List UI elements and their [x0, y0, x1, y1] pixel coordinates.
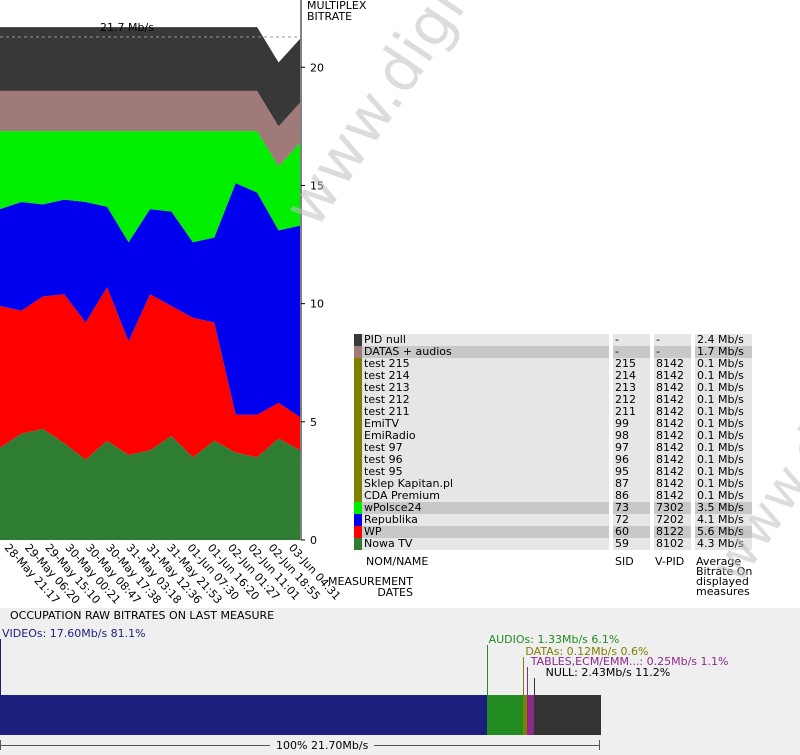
- stack-layers: [0, 27, 300, 540]
- occupation-section: OCCUPATION RAW BITRATES ON LAST MEASURE …: [0, 608, 800, 755]
- legend-sid: 59: [613, 538, 650, 550]
- y-tick-label: 10: [310, 298, 324, 311]
- occupation-total-label: 100% 21.70Mb/s: [270, 739, 375, 752]
- legend-row: test 211 211 8142 0.1 Mb/s: [354, 406, 752, 418]
- y-tick-label: 20: [310, 61, 324, 74]
- legend-row: test 213 213 8142 0.1 Mb/s: [354, 382, 752, 394]
- occupation-title: OCCUPATION RAW BITRATES ON LAST MEASURE: [10, 609, 275, 622]
- legend-header-vpid: V-PID: [655, 555, 685, 568]
- legend-swatch: [354, 370, 362, 382]
- legend-row: Nowa TV 59 8102 4.3 Mb/s: [354, 538, 752, 550]
- occupation-leader-null: [533, 678, 535, 695]
- legend-swatch: [354, 466, 362, 478]
- occupation-leader-datas: [523, 657, 525, 695]
- occupation-bar-audios: [486, 695, 524, 735]
- legend-row: WP 60 8122 5.6 Mb/s: [354, 526, 752, 538]
- y-tick-label: 0: [310, 534, 317, 547]
- legend-header-sid: SID: [615, 555, 634, 568]
- legend-vpid: 8102: [654, 538, 691, 550]
- legend-swatch: [354, 514, 362, 526]
- y-axis-title: MULTIPLEX BITRATE: [307, 0, 367, 23]
- y-tick-label: 5: [310, 416, 317, 429]
- legend-name: Republika: [362, 514, 609, 526]
- occupation-leader-tables: [526, 667, 528, 695]
- occupation-leader-audios: [486, 645, 488, 695]
- occupation-bar-tables: [526, 695, 534, 735]
- y-tick-label: 15: [310, 179, 324, 192]
- legend-swatch: [354, 382, 362, 394]
- legend-row: DATAS + audios - -1.7 Mb/s: [354, 346, 752, 358]
- chart-title: 21.7 Mb/s: [100, 21, 154, 34]
- legend-swatch: [354, 358, 362, 370]
- legend-swatch: [354, 478, 362, 490]
- x-ticks: 28-May 21:1729-May 06:2029-May 15:1030-M…: [2, 541, 343, 606]
- legend-swatch: [354, 490, 362, 502]
- occupation-bar-videos: [0, 695, 487, 735]
- occupation-label-videos: VIDEOs: 17.60Mb/s 81.1%: [2, 627, 146, 640]
- legend-swatch: [354, 418, 362, 430]
- x-axis-title: MEASUREMENT DATES: [328, 575, 413, 599]
- legend-header-avg: Average Bitrate On displayed measures: [696, 555, 753, 598]
- legend-row: test 97 97 8142 0.1 Mb/s: [354, 442, 752, 454]
- legend-name: Nowa TV: [362, 538, 609, 550]
- occupation-label-null: NULL: 2.43Mb/s 11.2%: [545, 666, 671, 679]
- legend-swatch: [354, 454, 362, 466]
- legend-row: test 214 214 8142 0.1 Mb/s: [354, 370, 752, 382]
- legend-row: EmiRadio 98 8142 0.1 Mb/s: [354, 430, 752, 442]
- occupation-bar-null: [533, 695, 601, 735]
- legend-row: test 215 215 8142 0.1 Mb/s: [354, 358, 752, 370]
- legend-swatch: [354, 538, 362, 550]
- legend-bitrate: 4.3 Mb/s: [695, 538, 752, 550]
- occupation-leader-videos: [0, 639, 1, 695]
- legend-name: test 211: [362, 406, 609, 418]
- legend-swatch: [354, 526, 362, 538]
- channel-legend: PID null - -2.4 Mb/s DATAS + audios - -1.7 Mb…: [354, 334, 752, 550]
- legend-header-name: NOM/NAME: [366, 555, 429, 568]
- legend-swatch: [354, 346, 362, 358]
- legend-row: test 212 212 8142 0.1 Mb/s: [354, 394, 752, 406]
- legend-swatch: [354, 442, 362, 454]
- legend-swatch: [354, 502, 362, 514]
- y-ticks: 0 5 10 15 20: [301, 61, 324, 547]
- legend-swatch: [354, 406, 362, 418]
- legend-row: test 96 96 8142 0.1 Mb/s: [354, 454, 752, 466]
- legend-swatch: [354, 394, 362, 406]
- total-bracket-right: [599, 740, 600, 750]
- legend-swatch: [354, 430, 362, 442]
- legend-row: Republika 72 7202 4.1 Mb/s: [354, 514, 752, 526]
- legend-swatch: [354, 334, 362, 346]
